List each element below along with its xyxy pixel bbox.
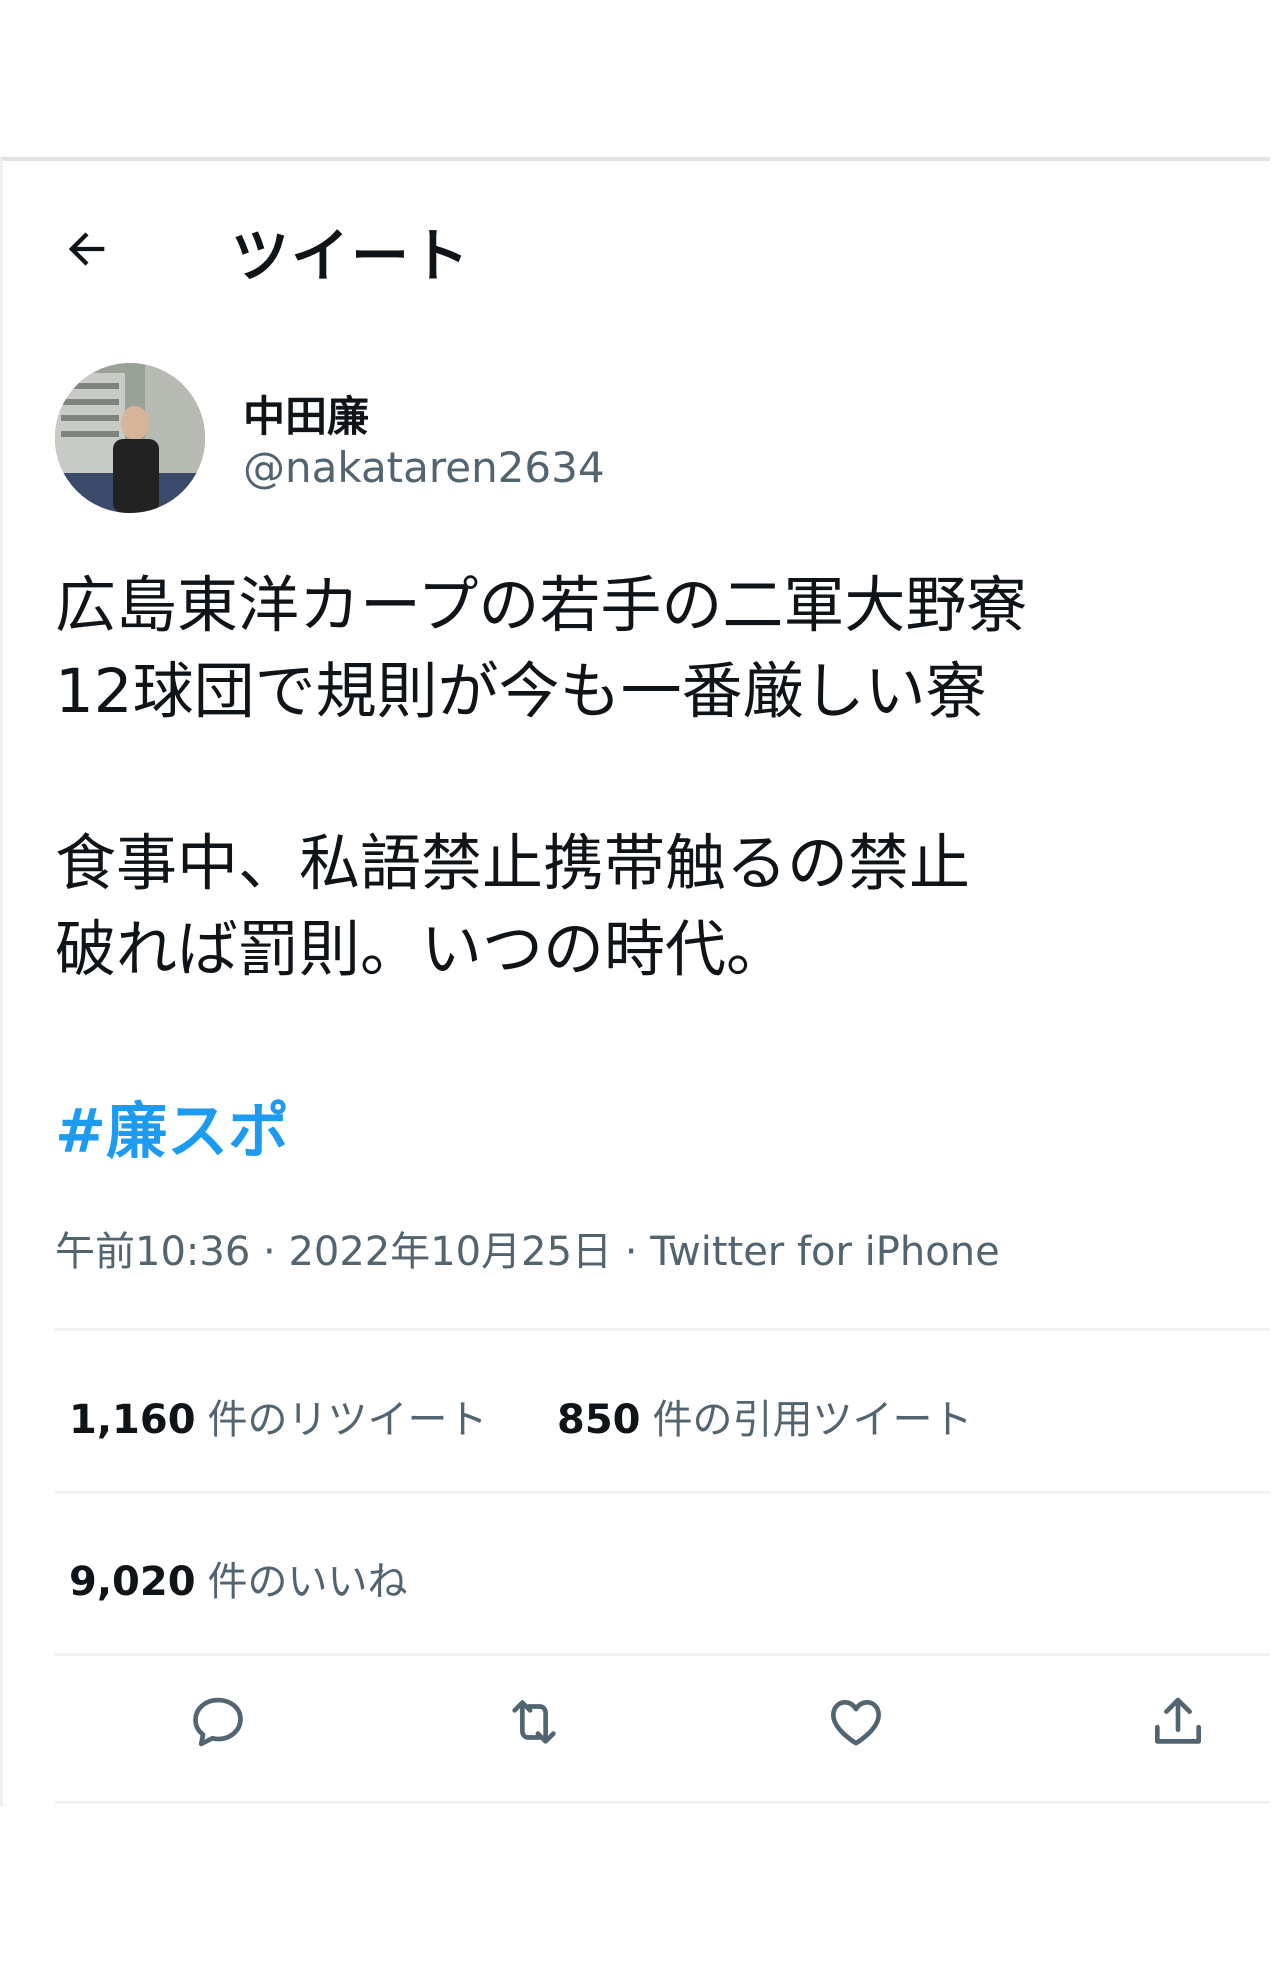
retweets-label: 件のリツイート	[207, 1397, 488, 1443]
meta-separator: ·	[263, 1229, 276, 1275]
meta-separator: ·	[624, 1229, 638, 1275]
like-icon	[831, 1700, 881, 1746]
divider	[55, 1801, 1270, 1804]
retweets-count: 1,160	[69, 1397, 196, 1443]
quotes-count: 850	[557, 1397, 641, 1443]
tweet-meta: 午前10:36 · 2022年10月25日 · Twitter for iPho…	[55, 1219, 1000, 1277]
page-title: ツイート	[231, 222, 472, 290]
retweet-button[interactable]	[503, 1691, 573, 1761]
like-button[interactable]	[825, 1691, 895, 1761]
avatar-photo	[55, 363, 205, 513]
tweet-date[interactable]: 2022年10月25日	[288, 1229, 612, 1275]
display-name[interactable]: 中田廉	[243, 383, 369, 444]
user-handle[interactable]: @nakataren2634	[243, 443, 605, 492]
divider	[55, 1491, 1270, 1494]
back-button[interactable]	[61, 223, 121, 283]
likes-count: 9,020	[69, 1559, 196, 1605]
retweet-icon	[512, 1700, 556, 1744]
arrow-left-icon	[68, 232, 105, 266]
share-button[interactable]	[1147, 1691, 1217, 1761]
page-header: ツイート	[3, 161, 1270, 301]
quotes-label: 件の引用ツイート	[652, 1397, 973, 1443]
divider	[55, 1653, 1270, 1656]
tweet-time[interactable]: 午前10:36	[55, 1229, 250, 1275]
divider	[55, 1328, 1270, 1331]
likes-label: 件のいいね	[207, 1559, 408, 1605]
quotes-stat[interactable]: 850 件の引用ツイート	[557, 1387, 973, 1445]
tweet-source[interactable]: Twitter for iPhone	[650, 1229, 1000, 1275]
share-icon	[1155, 1697, 1201, 1744]
hashtag-link[interactable]: #廉スポ	[55, 1081, 289, 1170]
tweet-text: 広島東洋カープの若手の二軍大野寮 12球団で規則が今も一番厳しい寮 食事中、私語…	[55, 570, 1028, 985]
likes-stat[interactable]: 9,020 件のいいね	[69, 1549, 408, 1607]
reply-button[interactable]	[187, 1691, 257, 1761]
retweets-stat[interactable]: 1,160 件のリツイート	[69, 1387, 488, 1445]
tweet-card: ツイート 中田廉 @nakataren2634 広島東洋カープの若手の二軍大野寮…	[0, 157, 1270, 1807]
reply-icon	[193, 1697, 243, 1747]
avatar[interactable]	[55, 363, 205, 513]
